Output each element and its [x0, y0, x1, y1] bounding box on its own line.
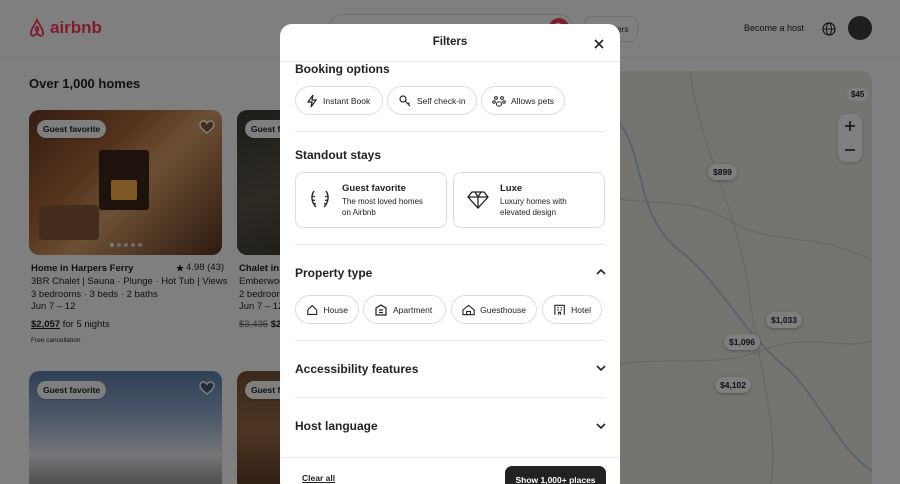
booking-options-title: Booking options — [295, 62, 390, 76]
divider — [295, 131, 605, 132]
option-description: Luxury homes with elevated design — [500, 197, 567, 218]
pill-label: Apartment — [393, 304, 433, 315]
hotel-pill[interactable]: Hotel — [542, 295, 602, 324]
option-description-line: The most loved homes — [342, 197, 423, 206]
house-pill[interactable]: House — [295, 295, 359, 324]
option-description-line: on Airbnb — [342, 207, 376, 217]
pill-label: Self check-in — [417, 95, 466, 106]
pill-label: Instant Book — [323, 95, 371, 106]
guesthouse-icon — [462, 304, 475, 315]
option-description-line: elevated design — [500, 207, 557, 217]
pill-label: Allows pets — [511, 95, 554, 106]
apartment-icon — [375, 303, 387, 316]
option-description-line: Luxury homes with — [500, 197, 567, 206]
divider — [295, 397, 605, 398]
clear-all-button[interactable]: Clear all — [302, 473, 335, 483]
instant-book-pill[interactable]: Instant Book — [295, 86, 383, 115]
chevron-up-icon[interactable] — [595, 266, 607, 278]
laurel-icon — [311, 190, 329, 208]
diamond-icon — [467, 191, 489, 209]
divider — [295, 340, 605, 341]
chevron-down-icon[interactable] — [595, 420, 607, 432]
host-language-title[interactable]: Host language — [295, 419, 378, 433]
guesthouse-pill[interactable]: Guesthouse — [451, 295, 537, 324]
option-title: Guest favorite — [342, 183, 406, 194]
option-description: The most loved homes on Airbnb — [342, 197, 423, 218]
guest-favorite-option[interactable]: Guest favorite The most loved homes on A… — [295, 172, 447, 228]
apartment-pill[interactable]: Apartment — [363, 295, 446, 324]
divider — [280, 457, 620, 458]
luxe-option[interactable]: Luxe Luxury homes with elevated design — [453, 172, 605, 228]
lightning-icon — [306, 94, 318, 107]
key-icon — [399, 94, 411, 106]
hotel-icon — [554, 304, 565, 315]
allows-pets-pill[interactable]: Allows pets — [481, 86, 565, 115]
house-icon — [307, 304, 318, 315]
modal-title: Filters — [432, 36, 468, 48]
pill-label: House — [323, 304, 348, 315]
property-type-title: Property type — [295, 266, 373, 280]
accessibility-features-title[interactable]: Accessibility features — [295, 362, 418, 376]
self-check-in-pill[interactable]: Self check-in — [387, 86, 477, 115]
filters-modal: Filters Booking options Instant Book Sel… — [280, 24, 620, 484]
pill-label: Hotel — [571, 304, 591, 315]
pill-label: Guesthouse — [480, 304, 526, 315]
paw-icon — [492, 95, 506, 107]
close-icon[interactable] — [592, 37, 606, 51]
option-title: Luxe — [500, 183, 523, 194]
divider — [295, 244, 605, 245]
chevron-down-icon[interactable] — [595, 362, 607, 374]
show-places-button[interactable]: Show 1,000+ places — [505, 466, 606, 484]
standout-stays-title: Standout stays — [295, 148, 382, 162]
